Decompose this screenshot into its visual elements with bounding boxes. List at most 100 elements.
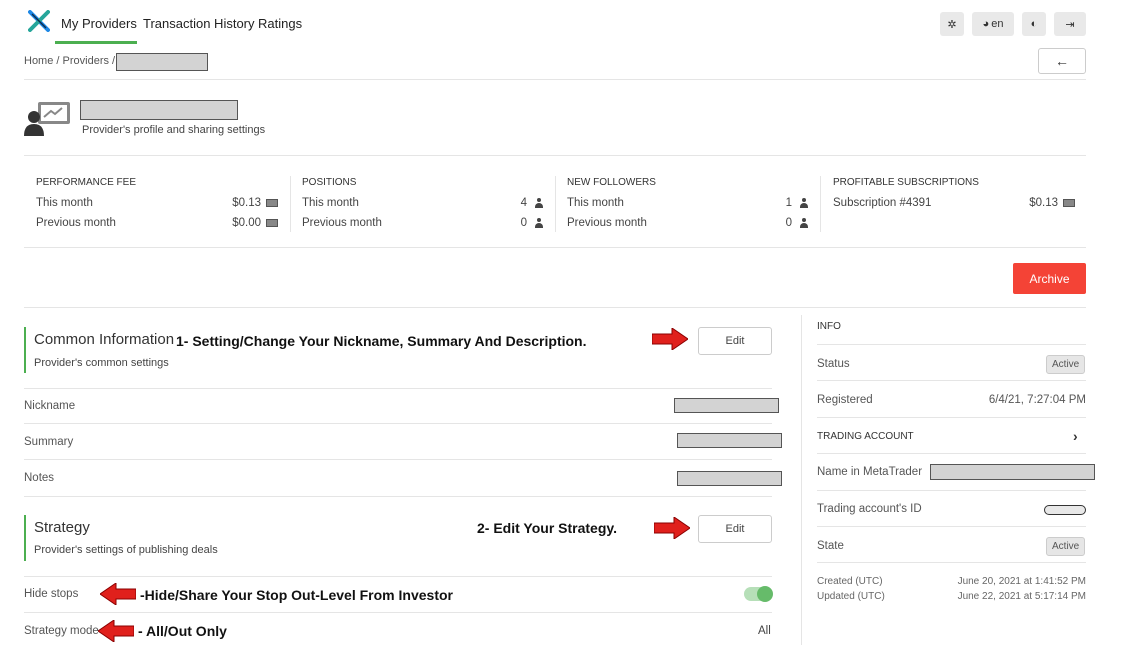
tab-ratings[interactable]: Ratings <box>258 16 302 31</box>
breadcrumb: Home / Providers / <box>24 55 116 67</box>
info-title: INFO <box>817 321 841 332</box>
divider <box>24 388 772 389</box>
person-icon <box>799 217 809 228</box>
divider <box>817 344 1086 345</box>
annotation-arrow-left-icon <box>98 620 134 642</box>
nickname-label: Nickname <box>24 400 76 412</box>
stat-value: $0.13 <box>200 197 278 209</box>
hide-stops-annotation: -Hide/Share Your Stop Out-Level From Inv… <box>140 587 453 603</box>
contrast-icon: ◐ <box>1030 18 1038 30</box>
divider <box>290 176 291 232</box>
breadcrumb-redacted-name <box>116 53 208 71</box>
strategy-mode-label: Strategy mode <box>24 625 99 637</box>
common-info-subtitle: Provider's common settings <box>34 357 169 369</box>
created-label: Created (UTC) <box>817 576 883 587</box>
settings-button[interactable]: ✲ <box>940 12 964 36</box>
trading-account-title: TRADING ACCOUNT <box>817 431 914 442</box>
annotation-arrow-right-icon <box>652 328 688 350</box>
summary-value-redacted <box>677 433 782 448</box>
chevron-right-icon[interactable]: › <box>1073 428 1078 444</box>
stat-value: 4 <box>470 197 544 209</box>
divider <box>24 79 1086 80</box>
stat-label: Previous month <box>36 217 116 229</box>
registered-value: 6/4/21, 7:27:04 PM <box>988 394 1086 406</box>
top-navbar: My Providers Transaction History Ratings… <box>0 0 1132 44</box>
edit-common-info-button[interactable]: Edit <box>698 327 772 355</box>
section-accent-bar <box>24 327 26 373</box>
theme-toggle-button[interactable]: ◐ <box>1022 12 1046 36</box>
breadcrumb-home[interactable]: Home <box>24 55 53 67</box>
strategy-mode-annotation: - All/Out Only <box>138 623 227 639</box>
tab-transaction-history[interactable]: Transaction History <box>143 16 255 31</box>
money-icon <box>266 218 278 227</box>
strategy-title: Strategy <box>34 519 90 536</box>
status-label: Status <box>817 358 850 370</box>
stat-title-performance-fee: PERFORMANCE FEE <box>36 177 137 188</box>
hide-stops-toggle[interactable] <box>744 586 773 602</box>
active-tab-indicator <box>55 41 137 44</box>
back-button[interactable]: ← <box>1038 48 1086 74</box>
state-label: State <box>817 540 844 552</box>
annotation-arrow-left-icon <box>100 583 136 605</box>
section-accent-bar <box>24 515 26 561</box>
divider <box>801 315 802 645</box>
stat-title-new-followers: NEW FOLLOWERS <box>567 177 656 188</box>
divider <box>24 612 772 613</box>
updated-value: June 22, 2021 at 5:17:14 PM <box>957 591 1086 602</box>
subscription-link[interactable]: Subscription #4391 <box>833 197 931 209</box>
language-button[interactable]: ◕ en <box>972 12 1014 36</box>
stat-value: $0.00 <box>200 217 278 229</box>
created-value: June 20, 2021 at 1:41:52 PM <box>957 576 1086 587</box>
trading-account-id-label: Trading account's ID <box>817 503 922 515</box>
edit-strategy-button[interactable]: Edit <box>698 515 772 543</box>
stat-title-positions: POSITIONS <box>302 177 357 188</box>
stat-label: This month <box>302 197 359 209</box>
profile-subtitle: Provider's profile and sharing settings <box>82 124 266 136</box>
money-icon <box>1063 198 1075 207</box>
state-badge: Active <box>1046 537 1086 556</box>
tab-my-providers[interactable]: My Providers <box>61 16 137 31</box>
strategy-mode-value[interactable]: All <box>758 625 771 637</box>
stat-label: Previous month <box>567 217 647 229</box>
gear-icon: ✲ <box>947 18 957 31</box>
divider <box>817 380 1086 381</box>
stat-value: $0.13 <box>995 197 1075 209</box>
common-info-annotation: 1- Setting/Change Your Nickname, Summary… <box>176 333 587 349</box>
divider <box>24 496 772 497</box>
divider <box>24 307 1086 308</box>
registered-label: Registered <box>817 394 873 406</box>
divider <box>817 453 1086 454</box>
stat-label: This month <box>36 197 93 209</box>
updated-label: Updated (UTC) <box>817 591 885 602</box>
stat-label: This month <box>567 197 624 209</box>
divider <box>24 459 772 460</box>
divider <box>817 562 1086 563</box>
brand-logo-icon[interactable] <box>28 10 50 32</box>
logout-icon: ⇥ <box>1065 18 1075 31</box>
name-in-metatrader-label: Name in MetaTrader <box>817 466 923 478</box>
annotation-arrow-right-icon <box>654 517 690 539</box>
money-icon <box>266 198 278 207</box>
hide-stops-label: Hide stops <box>24 588 79 600</box>
name-in-metatrader-redacted <box>930 464 1095 480</box>
trading-account-id-redacted <box>1044 505 1086 515</box>
notes-value-redacted <box>677 471 782 486</box>
stat-value: 0 <box>470 217 544 229</box>
archive-button[interactable]: Archive <box>1013 263 1086 294</box>
common-info-title: Common Information <box>34 331 175 348</box>
divider <box>817 526 1086 527</box>
divider <box>24 247 1086 248</box>
breadcrumb-providers[interactable]: Providers <box>63 55 109 67</box>
stat-title-profitable-subscriptions: PROFITABLE SUBSCRIPTIONS <box>833 177 979 188</box>
divider <box>24 155 1086 156</box>
strategy-subtitle: Provider's settings of publishing deals <box>34 544 218 556</box>
divider <box>820 176 821 232</box>
person-icon <box>534 217 544 228</box>
strategy-annotation: 2- Edit Your Strategy. <box>477 520 618 536</box>
stat-label: Previous month <box>302 217 382 229</box>
logout-button[interactable]: ⇥ <box>1054 12 1086 36</box>
divider <box>24 576 772 577</box>
summary-label: Summary <box>24 436 74 448</box>
notes-label: Notes <box>24 472 55 484</box>
stat-value: 0 <box>735 217 809 229</box>
